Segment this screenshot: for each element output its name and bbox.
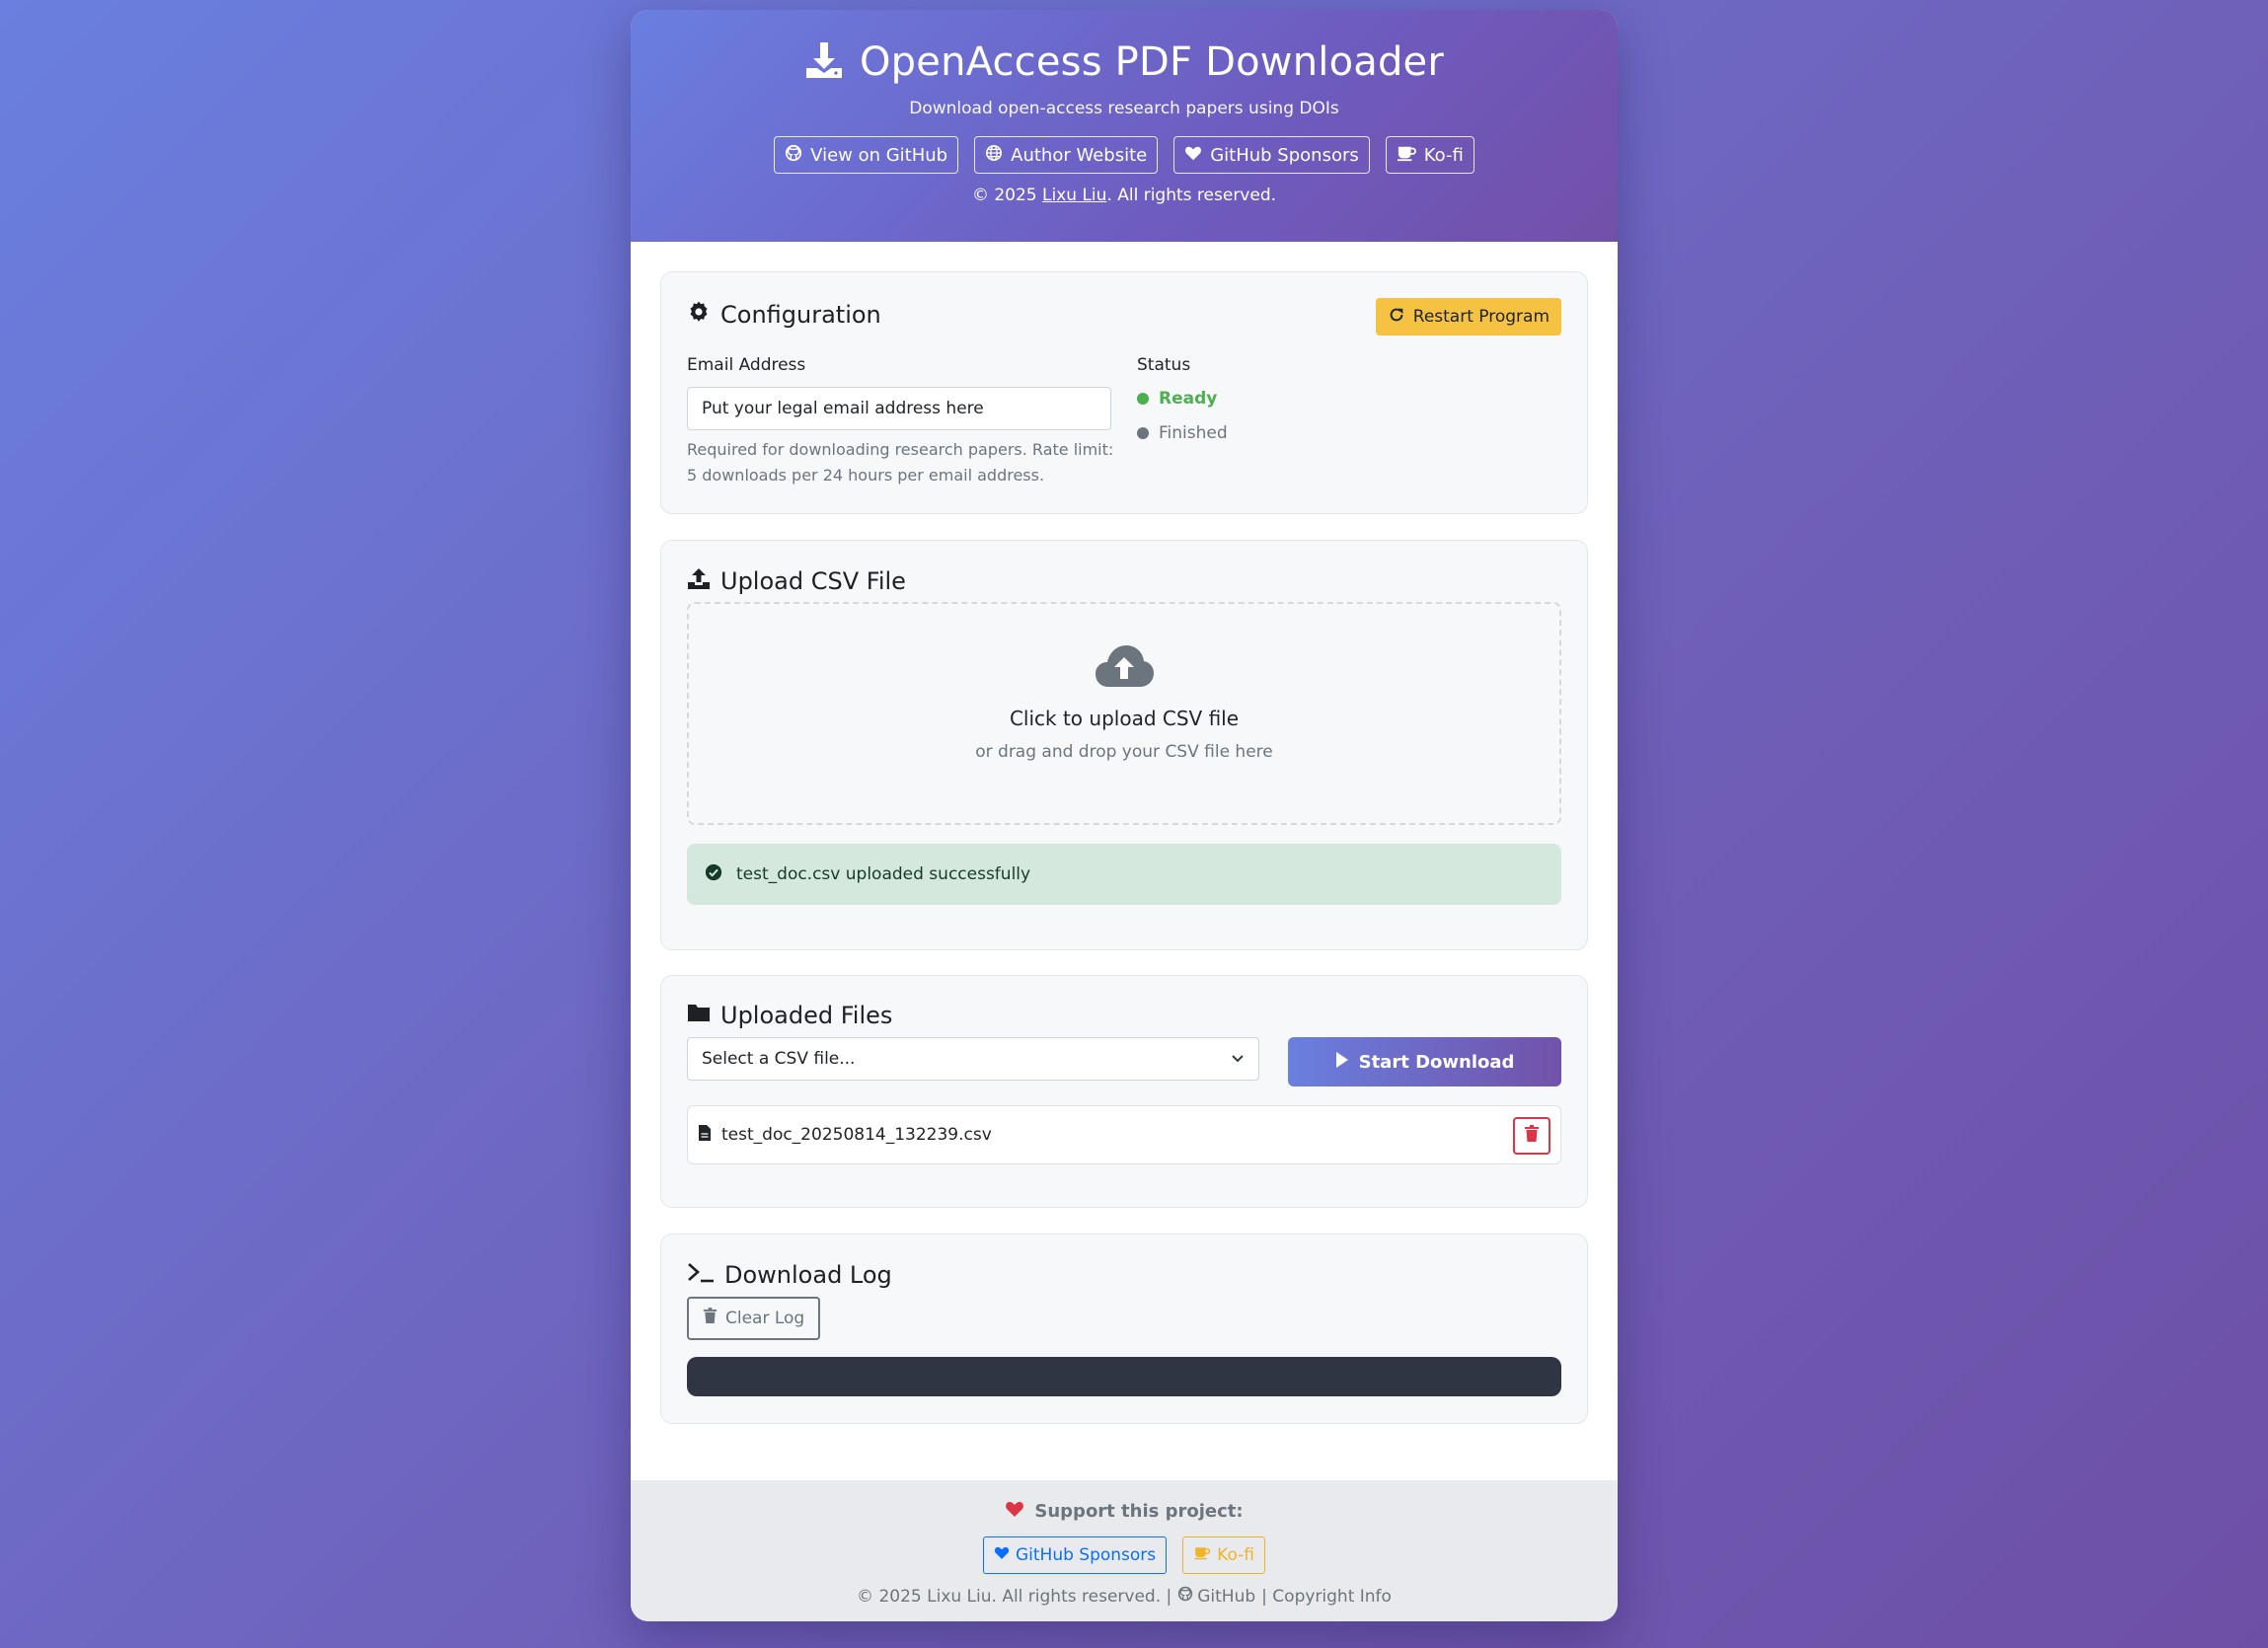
chevron-down-icon	[1231, 1049, 1245, 1069]
play-icon	[1335, 1051, 1349, 1074]
copyright-info-link[interactable]: | Copyright Info	[1261, 1587, 1392, 1607]
dropzone-subtitle: or drag and drop your CSV file here	[975, 742, 1273, 762]
rotate-icon	[1388, 306, 1405, 329]
heart-icon	[994, 1545, 1010, 1565]
gear-icon	[687, 300, 711, 330]
email-label: Email Address	[687, 355, 806, 375]
file-name: test_doc_20250814_132239.csv	[721, 1125, 992, 1145]
terminal-icon	[687, 1260, 715, 1290]
link-label: View on GitHub	[810, 144, 948, 166]
email-help-text: Required for downloading research papers…	[687, 440, 1114, 485]
section-title: Upload CSV File	[720, 567, 906, 595]
clear-log-button[interactable]: Clear Log	[687, 1297, 821, 1340]
support-heading: Support this project:	[631, 1500, 1618, 1523]
heart-icon	[1005, 1500, 1024, 1523]
trash-icon	[703, 1308, 718, 1329]
view-on-github-link[interactable]: View on GitHub	[774, 136, 959, 174]
upload-icon	[687, 566, 711, 596]
status-dot	[1137, 393, 1149, 405]
globe-icon	[985, 144, 1003, 167]
app-card: OpenAccess PDF Downloader Download open-…	[631, 10, 1618, 1621]
author-name-link[interactable]: Lixu Liu	[1042, 186, 1106, 205]
section-title: Download Log	[724, 1261, 892, 1289]
configuration-section: Configuration Restart Program Email Addr…	[660, 271, 1588, 514]
upload-success-alert: test_doc.csv uploaded successfully	[687, 844, 1561, 905]
header: OpenAccess PDF Downloader Download open-…	[631, 10, 1618, 242]
author-website-link[interactable]: Author Website	[974, 136, 1159, 174]
file-csv-icon	[698, 1124, 712, 1147]
coffee-icon	[1397, 144, 1416, 167]
link-label: Ko-fi	[1423, 144, 1464, 166]
start-download-button[interactable]: Start Download	[1288, 1037, 1561, 1086]
github-sponsors-link[interactable]: GitHub Sponsors	[1173, 136, 1370, 174]
folder-icon	[687, 1002, 711, 1029]
github-icon	[1177, 1586, 1193, 1607]
link-label: GitHub Sponsors	[1210, 144, 1359, 166]
footer-copyright: © 2025 Lixu Liu. All rights reserved. | …	[857, 1586, 1392, 1607]
restart-program-button[interactable]: Restart Program	[1375, 298, 1561, 336]
footer-kofi-button[interactable]: Ko-fi	[1182, 1536, 1266, 1574]
dropzone-title: Click to upload CSV file	[1009, 707, 1240, 730]
status-label: Status	[1137, 355, 1191, 375]
delete-file-button[interactable]	[1513, 1117, 1550, 1155]
csv-dropzone[interactable]: Click to upload CSV file or drag and dro…	[687, 602, 1561, 825]
download-icon	[804, 40, 844, 84]
list-item: test_doc_20250814_132239.csv	[687, 1105, 1561, 1164]
csv-file-select[interactable]: Select a CSV file...	[687, 1037, 1259, 1081]
status-ready: Ready	[1137, 389, 1217, 409]
footer: Support this project: GitHub Sponsors Ko…	[631, 1480, 1618, 1621]
footer-github-link[interactable]: GitHub	[1177, 1586, 1255, 1607]
app-title: OpenAccess PDF Downloader	[859, 39, 1444, 85]
footer-github-sponsors-button[interactable]: GitHub Sponsors	[982, 1536, 1168, 1574]
coffee-icon	[1193, 1545, 1211, 1565]
download-log-section: Download Log Clear Log	[660, 1234, 1588, 1424]
uploaded-files-section: Uploaded Files Select a CSV file... Star…	[660, 975, 1588, 1208]
heart-icon	[1184, 144, 1202, 167]
check-circle-icon	[705, 863, 722, 886]
link-label: Author Website	[1011, 144, 1148, 166]
section-title: Configuration	[720, 301, 881, 329]
app-subtitle: Download open-access research papers usi…	[909, 99, 1339, 118]
status-finished: Finished	[1137, 423, 1228, 443]
upload-section: Upload CSV File Click to upload CSV file…	[660, 540, 1588, 950]
status-dot	[1137, 427, 1149, 439]
cloud-upload-icon	[689, 643, 1559, 693]
trash-icon	[1524, 1124, 1540, 1148]
email-field[interactable]: Put your legal email address here	[687, 387, 1111, 430]
section-title: Uploaded Files	[720, 1002, 893, 1029]
header-copyright: © 2025 Lixu Liu. All rights reserved.	[971, 186, 1277, 205]
github-icon	[785, 144, 802, 167]
log-output	[687, 1357, 1561, 1396]
kofi-link[interactable]: Ko-fi	[1385, 136, 1474, 174]
